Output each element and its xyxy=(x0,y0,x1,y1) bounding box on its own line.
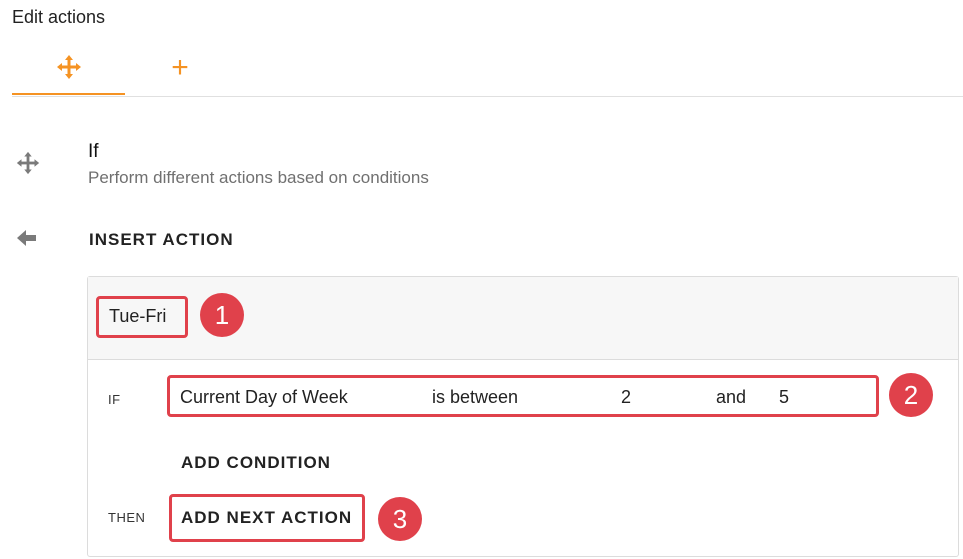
add-condition-button[interactable]: ADD CONDITION xyxy=(181,453,331,473)
condition-value-2[interactable]: 5 xyxy=(779,387,789,408)
plus-icon: + xyxy=(171,50,189,84)
then-label: THEN xyxy=(108,510,146,525)
action-title: If xyxy=(88,141,99,162)
condition-connector: and xyxy=(716,387,747,407)
flow-split-icon xyxy=(15,150,41,181)
tab-flow[interactable] xyxy=(12,40,125,95)
insert-action-button[interactable]: INSERT ACTION xyxy=(89,230,234,250)
arrow-left-icon[interactable] xyxy=(16,228,38,253)
condition-value-1[interactable]: 2 xyxy=(621,387,631,408)
flow-split-icon xyxy=(56,54,81,79)
tab-add[interactable]: + xyxy=(125,40,235,95)
if-label: IF xyxy=(108,392,121,407)
condition-operator[interactable]: is between xyxy=(432,387,518,408)
action-description: Perform different actions based on condi… xyxy=(88,168,429,187)
action-name[interactable]: Tue-Fri xyxy=(109,306,166,327)
annotation-badge-2: 2 xyxy=(889,373,933,417)
tab-bar: + xyxy=(12,40,963,97)
condition-field[interactable]: Current Day of Week xyxy=(180,387,348,408)
annotation-badge-3: 3 xyxy=(378,497,422,541)
add-next-action-button[interactable]: ADD NEXT ACTION xyxy=(181,508,352,528)
annotation-badge-1: 1 xyxy=(200,293,244,337)
page-title: Edit actions xyxy=(12,7,106,27)
